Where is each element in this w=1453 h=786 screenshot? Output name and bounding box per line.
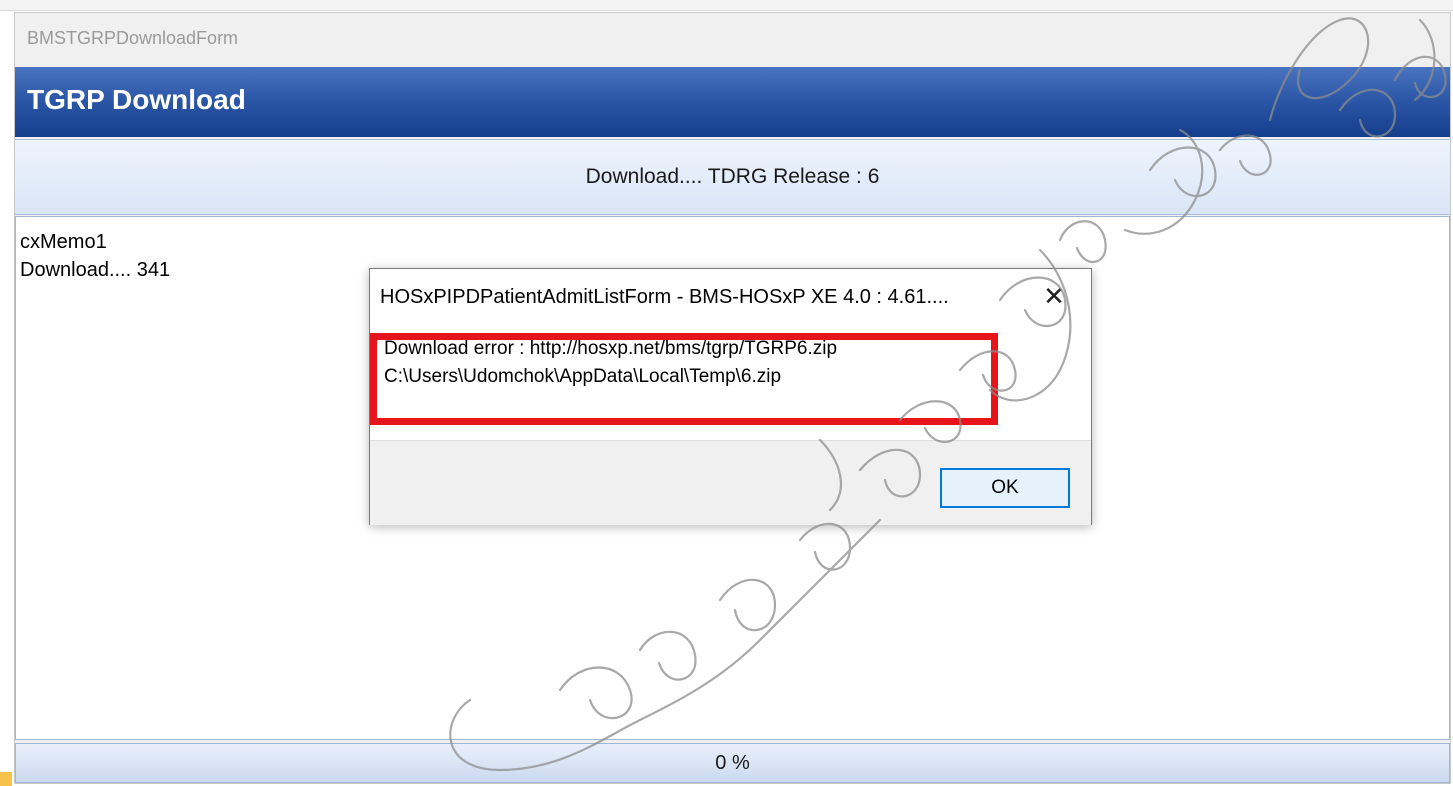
error-path-line: C:\Users\Udomchok\AppData\Local\Temp\6.z… — [384, 366, 782, 387]
corner-mark — [0, 772, 12, 786]
dialog-title: HOSxPIPDPatientAdmitListForm - BMS-HOSxP… — [380, 286, 949, 308]
background-text-fragment: ▔▔▔▔▔▔▔▔▔ ▔▔▔▔ — [10, 0, 134, 8]
progress-label: 0 % — [715, 752, 750, 774]
window-title: BMSTGRPDownloadForm — [15, 13, 1450, 67]
background-window-edge: ▔▔▔▔▔▔▔▔▔ ▔▔▔▔ ▔▔▔▔▔▔▔ — [0, 0, 1453, 11]
error-message-line: Download error : http://hosxp.net/bms/tg… — [384, 338, 838, 359]
dialog-footer: OK — [370, 440, 1091, 525]
memo-line: cxMemo1 — [20, 231, 107, 253]
close-icon[interactable]: ✕ — [1039, 281, 1069, 311]
ok-button[interactable]: OK — [940, 468, 1070, 508]
error-dialog: HOSxPIPDPatientAdmitListForm - BMS-HOSxP… — [369, 268, 1092, 525]
form-header-title: TGRP Download — [15, 67, 1450, 137]
progress-bar: 0 % — [15, 743, 1450, 783]
download-status-panel: Download.... TDRG Release : 6 — [15, 139, 1450, 215]
dialog-message: Download error : http://hosxp.net/bms/tg… — [384, 335, 837, 391]
background-text-fragment: ▔▔▔▔▔▔▔ — [480, 0, 545, 8]
